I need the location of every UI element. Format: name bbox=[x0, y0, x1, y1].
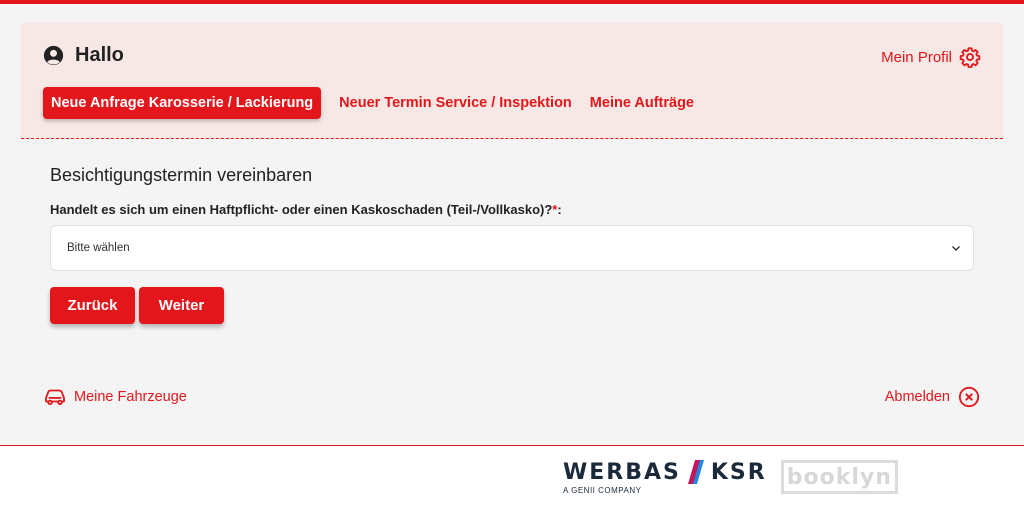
greeting-text: Hallo bbox=[75, 44, 124, 66]
chevron-down-icon bbox=[952, 246, 960, 251]
user-circle-icon bbox=[43, 45, 64, 66]
logout-label: Abmelden bbox=[884, 389, 950, 405]
main-nav: Neue Anfrage Karosserie / Lackierung Neu… bbox=[43, 87, 712, 119]
nav-item-service[interactable]: Neuer Termin Service / Inspektion bbox=[339, 95, 572, 111]
nav-item-auftraege[interactable]: Meine Aufträge bbox=[590, 95, 694, 111]
partner-logos: WERBAS KSR A GENII COMPANY booklyn bbox=[563, 459, 898, 495]
vehicles-label: Meine Fahrzeuge bbox=[74, 389, 187, 405]
genii-tagline: A GENII COMPANY bbox=[563, 486, 642, 495]
ksr-logo-text: KSR bbox=[710, 459, 767, 485]
back-button[interactable]: Zurück bbox=[50, 287, 135, 324]
form-buttons: Zurück Weiter bbox=[50, 287, 974, 324]
greeting: Hallo bbox=[43, 44, 124, 67]
logout-link[interactable]: Abmelden bbox=[885, 386, 980, 408]
select-value: Bitte wählen bbox=[67, 242, 130, 254]
werbas-ksr-logo: WERBAS KSR A GENII COMPANY bbox=[563, 459, 767, 496]
vehicles-link[interactable]: Meine Fahrzeuge bbox=[44, 388, 187, 406]
profile-label: Mein Profil bbox=[881, 48, 952, 66]
bottom-links: Meine Fahrzeuge Abmelden bbox=[44, 386, 980, 408]
nav-item-karosserie[interactable]: Neue Anfrage Karosserie / Lackierung bbox=[43, 87, 322, 119]
close-circle-icon bbox=[958, 386, 980, 408]
question-label: Handelt es sich um einen Haftpflicht- od… bbox=[50, 202, 974, 217]
question-text: Handelt es sich um einen Haftpflicht- od… bbox=[50, 202, 553, 217]
profile-link[interactable]: Mein Profil bbox=[881, 46, 981, 68]
top-accent-bar bbox=[0, 0, 1024, 4]
section-title: Besichtigungstermin vereinbaren bbox=[50, 165, 313, 185]
car-icon bbox=[45, 389, 65, 406]
header: Hallo Mein Profil Neue Anfrage Karosseri… bbox=[21, 23, 1003, 139]
damage-type-select[interactable]: Bitte wählen bbox=[50, 225, 974, 271]
booklyn-logo: booklyn bbox=[780, 460, 898, 494]
main-content: Besichtigungstermin vereinbaren Handelt … bbox=[50, 165, 974, 324]
question-suffix: : bbox=[557, 202, 562, 217]
werbas-logo-text: WERBAS bbox=[563, 459, 681, 485]
footer: WERBAS KSR A GENII COMPANY booklyn bbox=[0, 446, 1024, 514]
gear-icon bbox=[959, 47, 981, 68]
logo-slash-icon bbox=[687, 460, 704, 484]
next-button[interactable]: Weiter bbox=[139, 287, 224, 324]
